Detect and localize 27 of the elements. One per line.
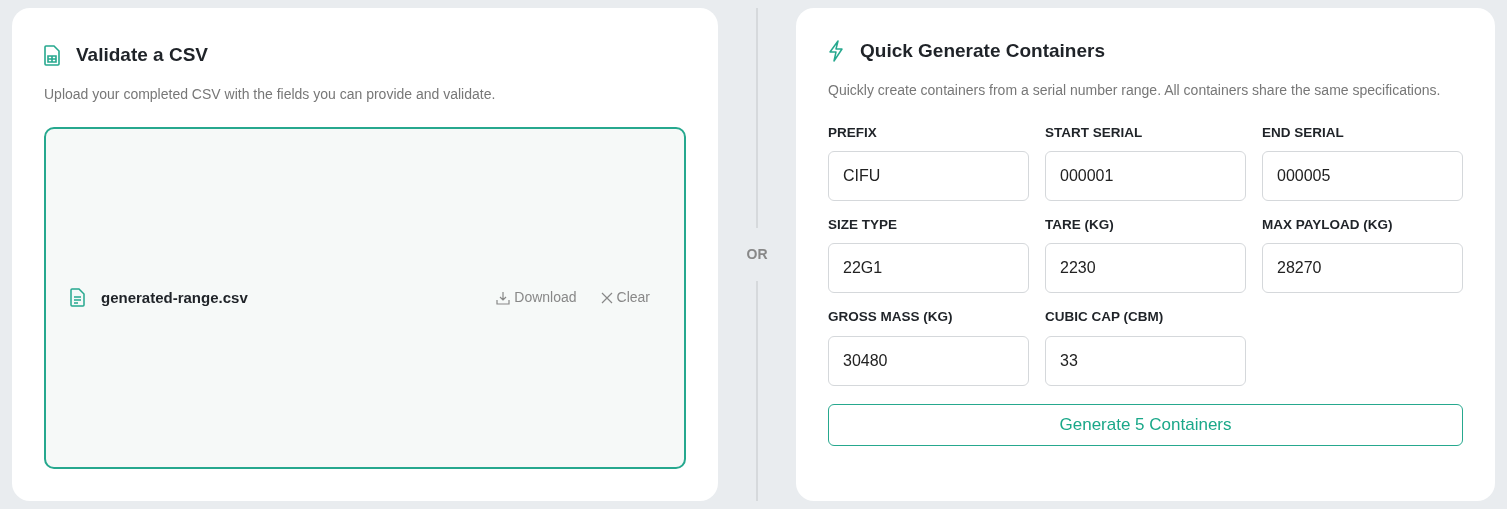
file-icon	[70, 288, 85, 308]
card-title: Validate a CSV	[76, 44, 208, 67]
close-icon	[600, 291, 613, 304]
input-field[interactable]: 22G1	[828, 243, 1029, 294]
input-field[interactable]: 2230	[1045, 243, 1246, 294]
field-label: MAX PAYLOAD (KG)	[1262, 216, 1394, 235]
card-description: Quickly create containers from a serial number range. All containers share the same specifications.	[828, 80, 1442, 100]
field-label: TARE (KG)	[1045, 216, 1115, 235]
input-field[interactable]: CIFU	[828, 151, 1029, 202]
input-field[interactable]: 30480	[828, 335, 1029, 386]
lightning-icon	[828, 40, 844, 63]
input-field[interactable]: 000005	[1262, 151, 1463, 202]
field-label: CUBIC CAP (CBM)	[1045, 308, 1165, 327]
card-description: Upload your completed CSV with the fields you can provide and validate.	[44, 84, 497, 104]
file-name: generated-range.csv	[101, 287, 248, 308]
separator-label: OR	[746, 245, 768, 264]
field-label: GROSS MASS (KG)	[828, 308, 954, 327]
field-label: PREFIX	[828, 123, 878, 142]
spreadsheet-icon	[44, 44, 60, 66]
input-field[interactable]: 28270	[1262, 243, 1463, 294]
field-label: START SERIAL	[1045, 123, 1144, 142]
input-field[interactable]: 33	[1045, 335, 1246, 386]
download-icon	[496, 290, 511, 305]
input-field[interactable]: 000001	[1045, 151, 1246, 202]
card-title: Quick Generate Containers	[860, 40, 1105, 63]
field-label: SIZE TYPE	[828, 216, 899, 235]
field-label: END SERIAL	[1262, 123, 1345, 142]
